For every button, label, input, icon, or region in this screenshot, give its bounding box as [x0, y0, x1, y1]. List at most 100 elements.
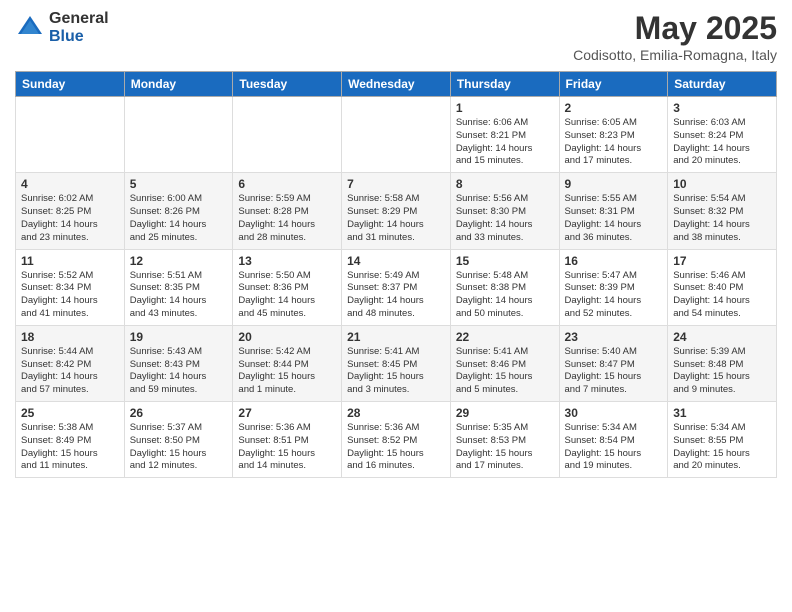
day-info: Sunrise: 5:36 AM Sunset: 8:51 PM Dayligh…	[238, 422, 336, 473]
weekday-header-sunday: Sunday	[16, 72, 125, 97]
weekday-header-tuesday: Tuesday	[233, 72, 342, 97]
calendar-cell	[342, 97, 451, 173]
day-info: Sunrise: 5:54 AM Sunset: 8:32 PM Dayligh…	[673, 193, 771, 244]
calendar-cell: 18 Sunrise: 5:44 AM Sunset: 8:42 PM Dayli…	[16, 325, 125, 401]
calendar-cell: 23Sunrise: 5:40 AM Sunset: 8:47 PM Dayli…	[559, 325, 668, 401]
week-row-5: 25Sunrise: 5:38 AM Sunset: 8:49 PM Dayli…	[16, 402, 777, 478]
day-info: Sunrise: 5:49 AM Sunset: 8:37 PM Dayligh…	[347, 270, 445, 321]
calendar-cell	[233, 97, 342, 173]
logo-icon	[15, 13, 45, 43]
calendar-cell: 26 Sunrise: 5:37 AM Sunset: 8:50 PM Dayli…	[124, 402, 233, 478]
day-info: Sunrise: 5:47 AM Sunset: 8:39 PM Dayligh…	[565, 270, 663, 321]
day-info: Sunrise: 5:56 AM Sunset: 8:30 PM Dayligh…	[456, 193, 554, 244]
calendar-cell: 19Sunrise: 5:43 AM Sunset: 8:43 PM Dayli…	[124, 325, 233, 401]
calendar-cell: 4Sunrise: 6:02 AM Sunset: 8:25 PM Daylig…	[16, 173, 125, 249]
day-number: 6	[238, 177, 336, 191]
logo-blue: Blue	[49, 28, 109, 46]
calendar-cell: 27 Sunrise: 5:36 AM Sunset: 8:51 PM Dayli…	[233, 402, 342, 478]
day-info: Sunrise: 5:48 AM Sunset: 8:38 PM Dayligh…	[456, 270, 554, 321]
weekday-header-row: SundayMondayTuesdayWednesdayThursdayFrid…	[16, 72, 777, 97]
calendar-cell: 1 Sunrise: 6:06 AM Sunset: 8:21 PM Daylig…	[450, 97, 559, 173]
day-number: 23	[565, 330, 663, 344]
month-year: May 2025	[573, 10, 777, 47]
day-info: Sunrise: 5:52 AM Sunset: 8:34 PM Dayligh…	[21, 270, 119, 321]
calendar-cell: 11 Sunrise: 5:52 AM Sunset: 8:34 PM Dayli…	[16, 249, 125, 325]
day-info: Sunrise: 5:46 AM Sunset: 8:40 PM Dayligh…	[673, 270, 771, 321]
day-number: 26	[130, 406, 228, 420]
calendar-table: SundayMondayTuesdayWednesdayThursdayFrid…	[15, 71, 777, 478]
calendar-cell: 12 Sunrise: 5:51 AM Sunset: 8:35 PM Dayli…	[124, 249, 233, 325]
day-info: Sunrise: 5:41 AM Sunset: 8:45 PM Dayligh…	[347, 346, 445, 397]
day-info: Sunrise: 5:34 AM Sunset: 8:54 PM Dayligh…	[565, 422, 663, 473]
page-header: General Blue May 2025 Codisotto, Emilia-…	[15, 10, 777, 63]
day-number: 17	[673, 254, 771, 268]
calendar-cell: 7 Sunrise: 5:58 AM Sunset: 8:29 PM Daylig…	[342, 173, 451, 249]
calendar-cell: 29 Sunrise: 5:35 AM Sunset: 8:53 PM Dayli…	[450, 402, 559, 478]
day-info: Sunrise: 5:43 AM Sunset: 8:43 PM Dayligh…	[130, 346, 228, 397]
day-info: Sunrise: 5:55 AM Sunset: 8:31 PM Dayligh…	[565, 193, 663, 244]
day-number: 30	[565, 406, 663, 420]
weekday-header-thursday: Thursday	[450, 72, 559, 97]
day-info: Sunrise: 5:44 AM Sunset: 8:42 PM Dayligh…	[21, 346, 119, 397]
day-number: 1	[456, 101, 554, 115]
week-row-2: 4Sunrise: 6:02 AM Sunset: 8:25 PM Daylig…	[16, 173, 777, 249]
calendar-cell: 17 Sunrise: 5:46 AM Sunset: 8:40 PM Dayli…	[668, 249, 777, 325]
day-info: Sunrise: 5:41 AM Sunset: 8:46 PM Dayligh…	[456, 346, 554, 397]
logo-text: General Blue	[49, 10, 109, 45]
calendar-cell: 10 Sunrise: 5:54 AM Sunset: 8:32 PM Dayli…	[668, 173, 777, 249]
weekday-header-monday: Monday	[124, 72, 233, 97]
calendar-cell: 25Sunrise: 5:38 AM Sunset: 8:49 PM Dayli…	[16, 402, 125, 478]
week-row-4: 18 Sunrise: 5:44 AM Sunset: 8:42 PM Dayli…	[16, 325, 777, 401]
calendar-cell: 3Sunrise: 6:03 AM Sunset: 8:24 PM Daylig…	[668, 97, 777, 173]
location: Codisotto, Emilia-Romagna, Italy	[573, 47, 777, 63]
calendar-cell: 15 Sunrise: 5:48 AM Sunset: 8:38 PM Dayli…	[450, 249, 559, 325]
day-number: 21	[347, 330, 445, 344]
calendar-cell: 24 Sunrise: 5:39 AM Sunset: 8:48 PM Dayli…	[668, 325, 777, 401]
day-number: 18	[21, 330, 119, 344]
day-info: Sunrise: 5:50 AM Sunset: 8:36 PM Dayligh…	[238, 270, 336, 321]
day-info: Sunrise: 5:51 AM Sunset: 8:35 PM Dayligh…	[130, 270, 228, 321]
calendar-cell	[16, 97, 125, 173]
weekday-header-wednesday: Wednesday	[342, 72, 451, 97]
calendar-cell	[124, 97, 233, 173]
day-info: Sunrise: 5:35 AM Sunset: 8:53 PM Dayligh…	[456, 422, 554, 473]
calendar-cell: 14Sunrise: 5:49 AM Sunset: 8:37 PM Dayli…	[342, 249, 451, 325]
day-info: Sunrise: 5:58 AM Sunset: 8:29 PM Dayligh…	[347, 193, 445, 244]
day-number: 10	[673, 177, 771, 191]
calendar-cell: 16 Sunrise: 5:47 AM Sunset: 8:39 PM Dayli…	[559, 249, 668, 325]
day-number: 7	[347, 177, 445, 191]
day-number: 16	[565, 254, 663, 268]
day-number: 29	[456, 406, 554, 420]
day-number: 3	[673, 101, 771, 115]
day-number: 11	[21, 254, 119, 268]
logo-general: General	[49, 10, 109, 28]
day-number: 25	[21, 406, 119, 420]
day-number: 24	[673, 330, 771, 344]
calendar-cell: 9Sunrise: 5:55 AM Sunset: 8:31 PM Daylig…	[559, 173, 668, 249]
day-number: 27	[238, 406, 336, 420]
weekday-header-saturday: Saturday	[668, 72, 777, 97]
day-number: 20	[238, 330, 336, 344]
day-number: 31	[673, 406, 771, 420]
day-info: Sunrise: 6:06 AM Sunset: 8:21 PM Dayligh…	[456, 117, 554, 168]
calendar-cell: 20Sunrise: 5:42 AM Sunset: 8:44 PM Dayli…	[233, 325, 342, 401]
day-info: Sunrise: 5:39 AM Sunset: 8:48 PM Dayligh…	[673, 346, 771, 397]
calendar-cell: 31 Sunrise: 5:34 AM Sunset: 8:55 PM Dayli…	[668, 402, 777, 478]
calendar-cell: 5Sunrise: 6:00 AM Sunset: 8:26 PM Daylig…	[124, 173, 233, 249]
day-info: Sunrise: 5:59 AM Sunset: 8:28 PM Dayligh…	[238, 193, 336, 244]
calendar-cell: 28Sunrise: 5:36 AM Sunset: 8:52 PM Dayli…	[342, 402, 451, 478]
day-number: 2	[565, 101, 663, 115]
day-info: Sunrise: 6:00 AM Sunset: 8:26 PM Dayligh…	[130, 193, 228, 244]
day-number: 12	[130, 254, 228, 268]
day-info: Sunrise: 5:36 AM Sunset: 8:52 PM Dayligh…	[347, 422, 445, 473]
day-info: Sunrise: 6:05 AM Sunset: 8:23 PM Dayligh…	[565, 117, 663, 168]
day-info: Sunrise: 5:34 AM Sunset: 8:55 PM Dayligh…	[673, 422, 771, 473]
calendar-cell: 8Sunrise: 5:56 AM Sunset: 8:30 PM Daylig…	[450, 173, 559, 249]
day-number: 4	[21, 177, 119, 191]
weekday-header-friday: Friday	[559, 72, 668, 97]
day-info: Sunrise: 5:37 AM Sunset: 8:50 PM Dayligh…	[130, 422, 228, 473]
day-number: 15	[456, 254, 554, 268]
calendar-cell: 6 Sunrise: 5:59 AM Sunset: 8:28 PM Daylig…	[233, 173, 342, 249]
day-number: 13	[238, 254, 336, 268]
calendar-cell: 30 Sunrise: 5:34 AM Sunset: 8:54 PM Dayli…	[559, 402, 668, 478]
